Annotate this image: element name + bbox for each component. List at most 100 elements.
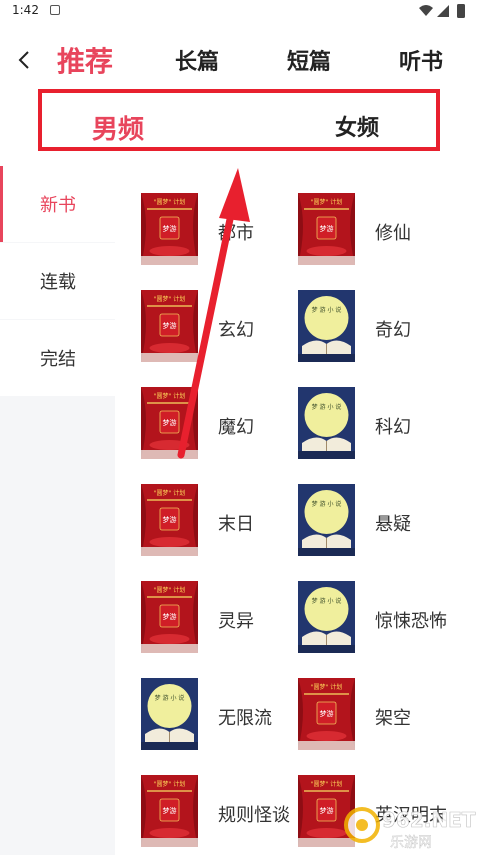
svg-text:"圆梦" 计划: "圆梦" 计划 — [311, 780, 342, 788]
book-cover-moon-icon: 梦 游 小 说 — [298, 581, 355, 653]
system-status-icons — [419, 4, 465, 18]
svg-text:梦游: 梦游 — [163, 418, 177, 427]
book-cover-red-icon: "圆梦" 计划梦游 — [141, 193, 198, 265]
active-indicator — [0, 166, 3, 242]
genre-item[interactable]: "圆梦" 计划 梦游 架空 — [298, 678, 458, 754]
svg-text:梦 游 小 说: 梦 游 小 说 — [312, 306, 342, 314]
genre-item[interactable]: "圆梦" 计划 梦游 规则怪谈 — [141, 775, 301, 851]
genre-label: 末日 — [218, 514, 254, 535]
genre-cover: 梦 游 小 说 — [141, 678, 198, 750]
svg-text:梦 游 小 说: 梦 游 小 说 — [312, 403, 342, 411]
svg-text:梦游: 梦游 — [163, 321, 177, 330]
tab-male[interactable]: 男频 — [92, 109, 144, 146]
tab-long[interactable]: 长篇 — [175, 44, 219, 76]
genre-label: 科幻 — [375, 417, 411, 438]
back-button[interactable] — [12, 46, 36, 74]
battery-icon — [457, 4, 465, 18]
genre-item[interactable]: "圆梦" 计划 梦游 修仙 — [298, 193, 458, 269]
tab-recommend[interactable]: 推荐 — [57, 40, 113, 80]
book-cover-moon-icon: 梦 游 小 说 — [298, 484, 355, 556]
svg-text:"圆梦" 计划: "圆梦" 计划 — [311, 198, 342, 206]
sidebar-item-label: 新书 — [40, 195, 76, 216]
status-time: 1:42 — [12, 3, 39, 17]
svg-text:梦游: 梦游 — [320, 709, 334, 718]
genre-label: 悬疑 — [375, 514, 411, 535]
sidebar-item-label: 完结 — [40, 349, 76, 370]
book-cover-red-icon: "圆梦" 计划梦游 — [298, 678, 355, 750]
svg-text:"圆梦" 计划: "圆梦" 计划 — [154, 392, 185, 400]
book-cover-moon-icon: 梦 游 小 说 — [141, 678, 198, 750]
genre-cover: "圆梦" 计划 梦游 — [141, 193, 198, 265]
tab-short[interactable]: 短篇 — [287, 44, 331, 76]
svg-text:"圆梦" 计划: "圆梦" 计划 — [154, 295, 185, 303]
sidebar-item-completed[interactable]: 完结 — [0, 320, 115, 396]
genre-item[interactable]: "圆梦" 计划 梦游 魔幻 — [141, 387, 301, 463]
genre-label: 规则怪谈 — [218, 805, 290, 826]
svg-text:梦游: 梦游 — [320, 806, 334, 815]
svg-text:梦 游 小 说: 梦 游 小 说 — [312, 500, 342, 508]
book-cover-moon-icon: 梦 游 小 说 — [298, 387, 355, 459]
site-watermark-logo: 962.NET 乐游网 — [344, 807, 476, 851]
genre-cover: "圆梦" 计划 梦游 — [141, 290, 198, 362]
book-cover-red-icon: "圆梦" 计划梦游 — [298, 193, 355, 265]
svg-text:梦 游 小 说: 梦 游 小 说 — [312, 597, 342, 605]
sidebar-item-new[interactable]: 新书 — [0, 166, 115, 242]
genre-label: 架空 — [375, 708, 411, 729]
svg-text:"圆梦" 计划: "圆梦" 计划 — [154, 586, 185, 594]
sidebar-item-label: 连载 — [40, 272, 76, 293]
book-cover-red-icon: "圆梦" 计划梦游 — [141, 581, 198, 653]
tab-audiobook[interactable]: 听书 — [399, 44, 443, 76]
genre-cover: "圆梦" 计划 梦游 — [141, 581, 198, 653]
svg-text:梦游: 梦游 — [163, 806, 177, 815]
genre-label: 修仙 — [375, 223, 411, 244]
genre-item[interactable]: 梦 游 小 说奇幻 — [298, 290, 458, 366]
book-cover-red-icon: "圆梦" 计划梦游 — [141, 290, 198, 362]
watermark-subtext: 乐游网 — [390, 835, 432, 851]
genre-label: 奇幻 — [375, 320, 411, 341]
sidebar-item-serializing[interactable]: 连载 — [0, 243, 115, 319]
book-cover-moon-icon: 梦 游 小 说 — [298, 290, 355, 362]
svg-text:"圆梦" 计划: "圆梦" 计划 — [311, 683, 342, 691]
chevron-left-icon — [18, 51, 29, 69]
status-bar: 1:42 — [0, 0, 481, 22]
tab-female[interactable]: 女频 — [335, 110, 379, 142]
genre-item[interactable]: "圆梦" 计划 梦游 都市 — [141, 193, 301, 269]
signal-icon — [437, 5, 449, 17]
genre-item[interactable]: "圆梦" 计划 梦游 玄幻 — [141, 290, 301, 366]
genre-label: 无限流 — [218, 708, 272, 729]
top-nav: 推荐 长篇 短篇 听书 — [0, 38, 481, 84]
genre-cover: "圆梦" 计划 梦游 — [298, 193, 355, 265]
genre-item[interactable]: 梦 游 小 说科幻 — [298, 387, 458, 463]
svg-text:"圆梦" 计划: "圆梦" 计划 — [154, 198, 185, 206]
genre-label: 都市 — [218, 223, 254, 244]
genre-cover: 梦 游 小 说 — [298, 581, 355, 653]
genre-cover: 梦 游 小 说 — [298, 484, 355, 556]
svg-text:梦游: 梦游 — [163, 612, 177, 621]
sidebar: 新书 连载 完结 — [0, 166, 115, 855]
svg-text:梦游: 梦游 — [163, 515, 177, 524]
book-cover-red-icon: "圆梦" 计划梦游 — [141, 775, 198, 847]
genre-item[interactable]: 梦 游 小 说无限流 — [141, 678, 301, 754]
genre-cover: "圆梦" 计划 梦游 — [298, 678, 355, 750]
genre-label: 灵异 — [218, 611, 254, 632]
svg-text:梦游: 梦游 — [320, 224, 334, 233]
genre-cover: 梦 游 小 说 — [298, 387, 355, 459]
svg-text:梦 游 小 说: 梦 游 小 说 — [155, 694, 185, 702]
genre-label: 玄幻 — [218, 320, 254, 341]
wifi-icon — [419, 5, 433, 16]
svg-text:"圆梦" 计划: "圆梦" 计划 — [154, 489, 185, 497]
genre-label: 惊悚恐怖 — [375, 611, 447, 632]
genre-cover: "圆梦" 计划 梦游 — [141, 484, 198, 556]
genre-cover: "圆梦" 计划 梦游 — [141, 387, 198, 459]
book-cover-red-icon: "圆梦" 计划梦游 — [141, 484, 198, 556]
genre-item[interactable]: "圆梦" 计划 梦游 灵异 — [141, 581, 301, 657]
notification-icon — [50, 5, 60, 15]
genre-item[interactable]: "圆梦" 计划 梦游 末日 — [141, 484, 301, 560]
genre-item[interactable]: 梦 游 小 说惊悚恐怖 — [298, 581, 458, 657]
genre-item[interactable]: 梦 游 小 说悬疑 — [298, 484, 458, 560]
svg-text:梦游: 梦游 — [163, 224, 177, 233]
book-cover-red-icon: "圆梦" 计划梦游 — [141, 387, 198, 459]
watermark-text: 962.NET — [382, 808, 476, 832]
genre-cover: "圆梦" 计划 梦游 — [141, 775, 198, 847]
svg-text:"圆梦" 计划: "圆梦" 计划 — [154, 780, 185, 788]
